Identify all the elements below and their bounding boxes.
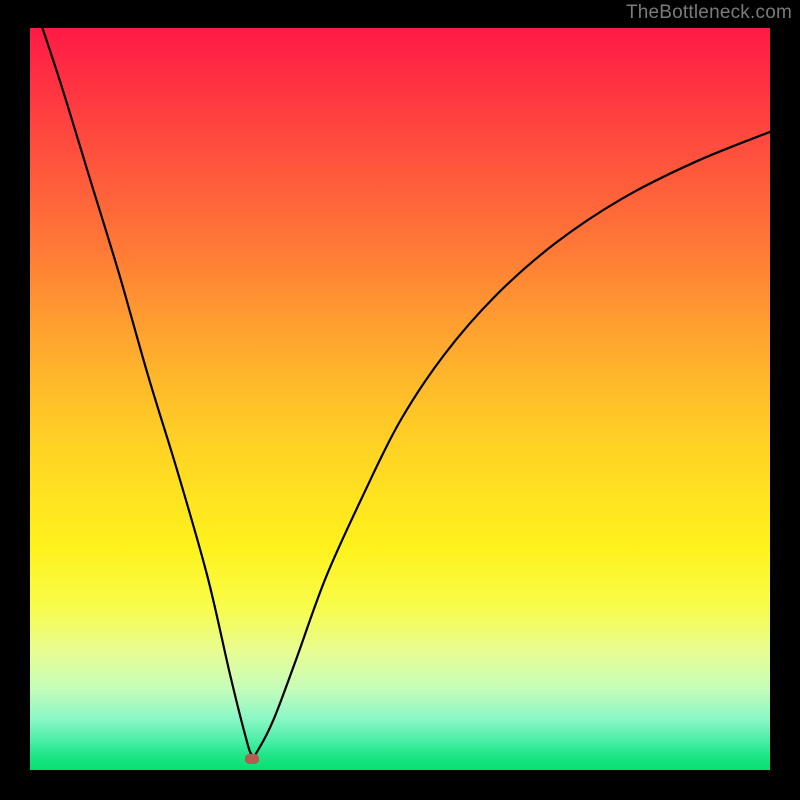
optimal-point-marker [245,754,259,764]
plot-area [30,28,770,770]
watermark-text: TheBottleneck.com [626,2,792,24]
bottleneck-curve [30,28,770,770]
chart-frame: TheBottleneck.com [0,0,800,800]
